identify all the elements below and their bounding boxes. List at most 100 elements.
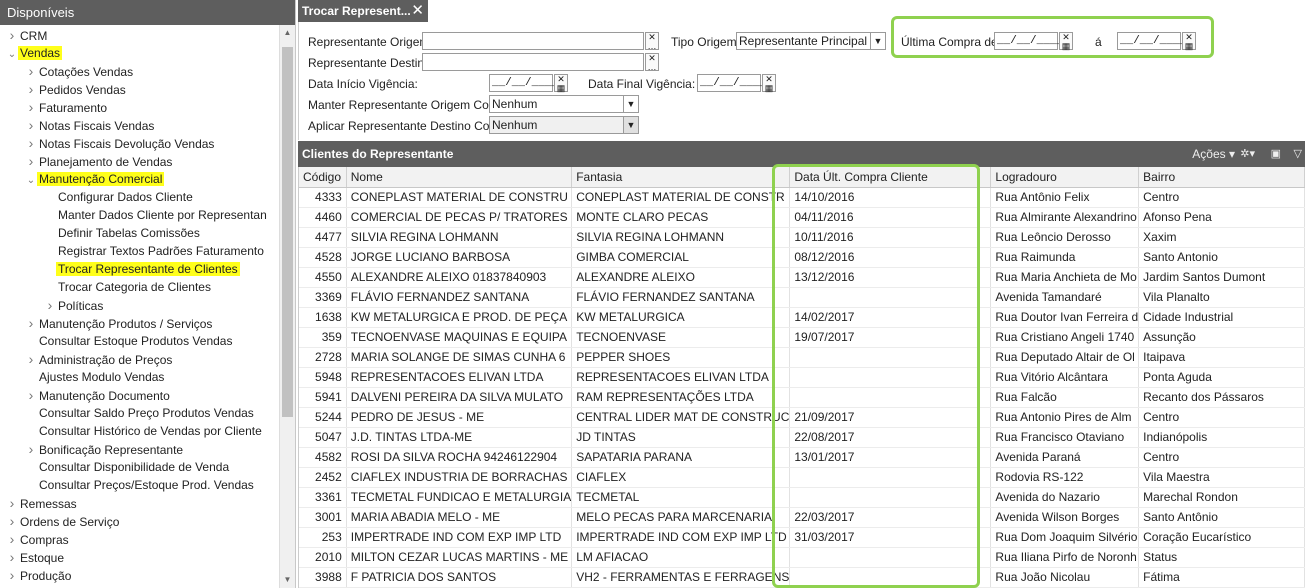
sidebar-item[interactable]: Consultar Disponibilidade de Venda	[25, 458, 231, 476]
sidebar-item[interactable]: › Remessas	[6, 494, 79, 512]
table-cell: Rua Iliana Pirfo de Noronh	[990, 547, 1140, 568]
sidebar-scrollbar[interactable]: ▲ ▼	[279, 25, 295, 588]
filter-form: Representante Origem: ✕… Tipo Origem: Re…	[298, 16, 1305, 140]
sidebar-item[interactable]: › Manutenção Documento	[25, 386, 172, 404]
data-inicio-input[interactable]: __/__/____	[489, 74, 558, 92]
sidebar-item[interactable]: Consultar Saldo Preço Produtos Vendas	[25, 404, 256, 422]
sidebar-item[interactable]: › Notas Fiscais Vendas	[25, 116, 156, 134]
scroll-up-icon[interactable]: ▲	[280, 25, 295, 41]
sidebar-item[interactable]: › Estoque	[6, 548, 66, 566]
column-header[interactable]: Nome	[346, 167, 573, 188]
sidebar-item[interactable]: › Notas Fiscais Devolução Vendas	[25, 134, 216, 152]
filter-icon[interactable]: ▽	[1294, 141, 1302, 167]
lookup-icon[interactable]: …	[646, 63, 658, 72]
chevron-down-icon[interactable]: ⌄	[25, 172, 37, 190]
chevron-down-icon[interactable]: ▼	[870, 33, 885, 49]
table-cell: 4582	[299, 447, 347, 468]
sidebar-item[interactable]: › Administração de Preços	[25, 350, 174, 368]
table-cell: 3001	[299, 507, 347, 528]
data-final-input[interactable]: __/__/____	[697, 74, 766, 92]
sidebar-item[interactable]: › Políticas	[44, 296, 105, 314]
chevron-right-icon[interactable]: ›	[25, 152, 37, 170]
table-cell: KW METALURGICA	[571, 307, 791, 328]
window-icon[interactable]: ▣	[1271, 141, 1281, 167]
chevron-right-icon[interactable]: ›	[25, 62, 37, 80]
rep-destino-input[interactable]	[422, 53, 644, 71]
table-cell: Rua Almirante Alexandrino	[990, 207, 1140, 228]
sidebar-item[interactable]: › Compras	[6, 530, 71, 548]
chevron-right-icon[interactable]: ›	[25, 314, 37, 332]
chevron-right-icon[interactable]: ›	[6, 512, 18, 530]
table-cell: Avenida Wilson Borges	[990, 507, 1140, 528]
sidebar-item[interactable]: ⌄ Manutenção Comercial	[25, 170, 165, 190]
column-header[interactable]: Logradouro	[990, 167, 1140, 188]
sidebar-item[interactable]: Ajustes Modulo Vendas	[25, 368, 166, 386]
data-inicio-buttons[interactable]: ✕ ▦	[554, 74, 568, 93]
sidebar-item[interactable]: › Planejamento de Vendas	[25, 152, 174, 170]
sidebar-item[interactable]: Consultar Histórico de Vendas por Client…	[25, 422, 264, 440]
table-cell: IMPERTRADE IND COM EXP IMP LTD	[346, 527, 573, 548]
table-cell: J.D. TINTAS LTDA-ME	[346, 427, 573, 448]
sidebar-item[interactable]: ⌄ Vendas	[6, 44, 63, 64]
sidebar-item[interactable]: › Bonificação Representante	[25, 440, 185, 458]
chevron-down-icon[interactable]: ▼	[623, 117, 638, 133]
table-cell: DALVENI PEREIRA DA SILVA MULATO	[346, 387, 573, 408]
sidebar-item[interactable]: › Faturamento	[25, 98, 109, 116]
chevron-right-icon[interactable]: ›	[25, 350, 37, 368]
chevron-right-icon[interactable]: ›	[6, 548, 18, 566]
sidebar-item[interactable]: Registrar Textos Padrões Faturamento	[44, 242, 266, 260]
chevron-right-icon[interactable]: ›	[6, 26, 18, 44]
close-icon[interactable]: ✕	[411, 0, 424, 22]
rep-origem-buttons[interactable]: ✕…	[645, 32, 659, 51]
sidebar-item[interactable]: › Ordens de Serviço	[6, 512, 121, 530]
table-cell: TECMETAL FUNDICAO E METALURGIA	[346, 487, 573, 508]
sidebar-item[interactable]: Trocar Representante de Clientes	[44, 260, 240, 278]
table-cell: Rua Antonio Pires de Alm	[990, 407, 1140, 428]
sidebar-item[interactable]: › Produção	[6, 566, 73, 584]
lookup-icon[interactable]: …	[646, 42, 658, 51]
sidebar-item[interactable]: Trocar Categoria de Clientes	[44, 278, 213, 296]
navigation-sidebar: Disponíveis › CRM ⌄ Vendas › Cotações Vendas ›…	[0, 0, 296, 588]
sidebar-item-label: Produção	[20, 569, 72, 583]
rep-destino-buttons[interactable]: ✕…	[645, 53, 659, 72]
sidebar-item[interactable]: Consultar Preços/Estoque Prod. Vendas	[25, 476, 256, 494]
sidebar-item[interactable]: Configurar Dados Cliente	[44, 188, 195, 206]
chevron-right-icon[interactable]: ›	[25, 440, 37, 458]
sidebar-item[interactable]: › Manutenção Produtos / Serviços	[25, 314, 214, 332]
aplicar-select[interactable]: Nenhum ▼	[489, 116, 639, 134]
chevron-right-icon[interactable]: ›	[44, 296, 56, 314]
table-cell: SILVIA REGINA LOHMANN	[346, 227, 573, 248]
table-cell: 4333	[299, 187, 347, 208]
rep-origem-input[interactable]	[422, 32, 644, 50]
scroll-down-icon[interactable]: ▼	[280, 572, 295, 588]
chevron-right-icon[interactable]: ›	[6, 494, 18, 512]
sidebar-item[interactable]: › CRM	[6, 26, 49, 44]
sidebar-item[interactable]: › Cotações Vendas	[25, 62, 135, 80]
column-header[interactable]: Código	[299, 167, 347, 188]
calendar-icon[interactable]: ▦	[763, 84, 775, 93]
chevron-right-icon[interactable]: ›	[25, 116, 37, 134]
chevron-right-icon[interactable]: ›	[25, 98, 37, 116]
tipo-origem-value: Representante Principal	[739, 34, 868, 48]
chevron-right-icon[interactable]: ›	[6, 566, 18, 584]
tab-trocar-representante[interactable]: Trocar Represent... ✕	[298, 0, 428, 22]
manter-select[interactable]: Nenhum ▼	[489, 95, 639, 113]
actions-menu[interactable]: Ações ▾	[1192, 141, 1235, 167]
chevron-right-icon[interactable]: ›	[25, 386, 37, 404]
column-header[interactable]: Fantasia	[571, 167, 791, 188]
chevron-down-icon[interactable]: ⌄	[6, 46, 18, 64]
settings-icon[interactable]: ✲▾	[1240, 141, 1255, 167]
tipo-origem-select[interactable]: Representante Principal ▼	[736, 32, 886, 50]
chevron-right-icon[interactable]: ›	[25, 80, 37, 98]
sidebar-item[interactable]: Definir Tabelas Comissões	[44, 224, 202, 242]
scrollbar-thumb[interactable]	[282, 47, 293, 417]
data-final-buttons[interactable]: ✕ ▦	[762, 74, 776, 93]
chevron-right-icon[interactable]: ›	[6, 530, 18, 548]
chevron-right-icon[interactable]: ›	[25, 134, 37, 152]
chevron-down-icon[interactable]: ▼	[623, 96, 638, 112]
sidebar-item[interactable]: Consultar Estoque Produtos Vendas	[25, 332, 234, 350]
column-header[interactable]: Bairro	[1138, 167, 1305, 188]
sidebar-item[interactable]: Manter Dados Cliente por Representan	[44, 206, 269, 224]
sidebar-item[interactable]: › Pedidos Vendas	[25, 80, 128, 98]
calendar-icon[interactable]: ▦	[555, 84, 567, 93]
